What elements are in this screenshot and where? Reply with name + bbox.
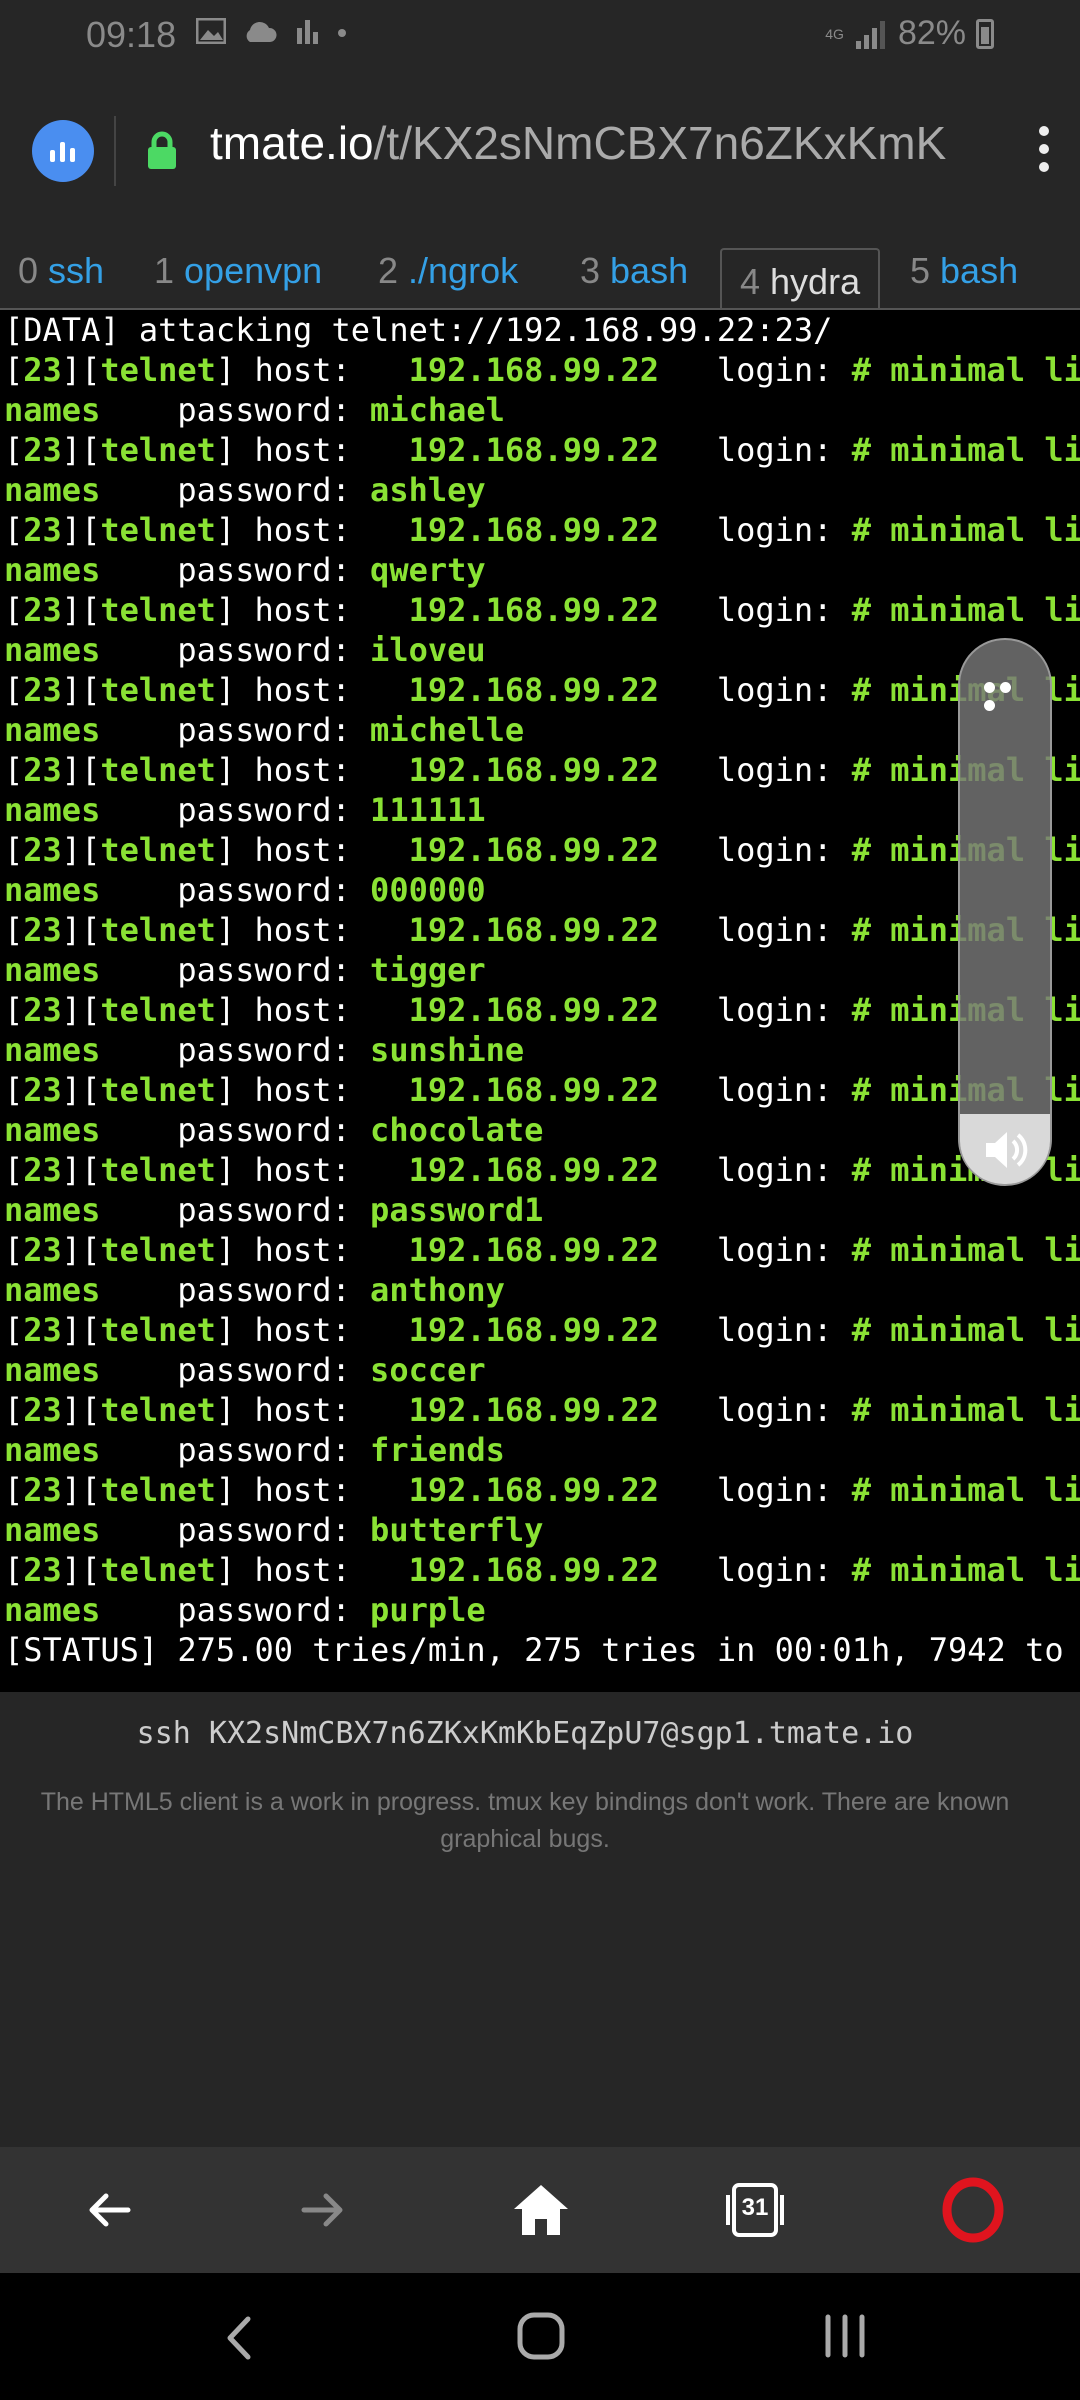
ssh-command: ssh KX2sNmCBX7n6ZKxKmKbEqZpU7@sgp1.tmate… bbox=[136, 1716, 914, 1751]
site-icon-bar bbox=[70, 148, 75, 162]
attempt-line: [23][telnet] host: 192.168.99.22 login: … bbox=[4, 351, 1080, 389]
site-info-button[interactable] bbox=[32, 120, 94, 182]
tab-5[interactable]: 5 bash bbox=[892, 234, 1018, 308]
more-icon[interactable] bbox=[984, 680, 1030, 711]
notification-icons bbox=[195, 17, 347, 52]
dot-icon bbox=[338, 29, 347, 37]
attempt-password-line: names password: ashley bbox=[4, 471, 486, 509]
attempt-line: [23][telnet] host: 192.168.99.22 login: … bbox=[4, 1391, 1080, 1429]
url-path: /t/KX2sNmCBX7n6ZKxKmK bbox=[373, 117, 947, 169]
attempt-line: [23][telnet] host: 192.168.99.22 login: … bbox=[4, 751, 1080, 789]
network-type: 4G bbox=[825, 25, 844, 42]
attempt-line: [23][telnet] host: 192.168.99.22 login: … bbox=[4, 1471, 1080, 1509]
system-navigation-bar bbox=[0, 2273, 1080, 2400]
attempt-password-line: names password: purple bbox=[4, 1591, 486, 1629]
attempt-line: [23][telnet] host: 192.168.99.22 login: … bbox=[4, 591, 1080, 629]
attempt-password-line: names password: michelle bbox=[4, 711, 525, 749]
battery-icon bbox=[976, 18, 994, 49]
back-arrow-icon[interactable] bbox=[76, 2177, 142, 2243]
menu-icon[interactable] bbox=[1034, 126, 1054, 178]
tab-3[interactable]: 3 bash bbox=[562, 234, 688, 308]
terminal-output[interactable]: [DATA] attacking telnet://192.168.99.22:… bbox=[0, 310, 1080, 1692]
attempt-password-line: names password: 111111 bbox=[4, 791, 486, 829]
site-icon-bar bbox=[50, 150, 55, 162]
url-domain: tmate.io bbox=[210, 117, 374, 169]
forward-arrow-icon[interactable] bbox=[290, 2177, 356, 2243]
attempt-password-line: names password: chocolate bbox=[4, 1111, 544, 1149]
system-home-icon[interactable] bbox=[516, 2311, 566, 2361]
tab-4-active[interactable]: 4 hydra bbox=[720, 248, 881, 316]
url-field[interactable]: tmate.io/t/KX2sNmCBX7n6ZKxKmK bbox=[210, 116, 970, 170]
tab-0[interactable]: 0 ssh bbox=[0, 234, 104, 308]
tab-1[interactable]: 1 openvpn bbox=[136, 234, 322, 308]
attempt-password-line: names password: friends bbox=[4, 1431, 505, 1469]
terminal-status-line: [STATUS] 275.00 tries/min, 275 tries in … bbox=[4, 1631, 1080, 1669]
attempt-password-line: names password: iloveu bbox=[4, 631, 486, 669]
volume-panel[interactable] bbox=[958, 638, 1052, 1186]
speaker-icon bbox=[986, 1132, 1028, 1168]
lock-icon bbox=[148, 131, 176, 169]
attempt-line: [23][telnet] host: 192.168.99.22 login: … bbox=[4, 1231, 1080, 1269]
attempt-line: [23][telnet] host: 192.168.99.22 login: … bbox=[4, 991, 1080, 1029]
tab-2[interactable]: 2 ./ngrok bbox=[360, 234, 518, 308]
opera-menu-icon[interactable] bbox=[940, 2177, 1006, 2243]
attempt-line: [23][telnet] host: 192.168.99.22 login: … bbox=[4, 511, 1080, 549]
attempt-line: [23][telnet] host: 192.168.99.22 login: … bbox=[4, 1151, 1080, 1189]
attempt-password-line: names password: sunshine bbox=[4, 1031, 525, 1069]
site-icon-bar bbox=[60, 142, 65, 162]
chart-icon bbox=[296, 20, 318, 44]
attempt-password-line: names password: password1 bbox=[4, 1191, 544, 1229]
battery-percent: 82% bbox=[897, 14, 966, 52]
system-recents-icon[interactable] bbox=[820, 2313, 870, 2359]
address-divider bbox=[114, 116, 116, 186]
tabs-button[interactable]: 31 bbox=[722, 2177, 788, 2243]
address-bar: tmate.io/t/KX2sNmCBX7n6ZKxKmK bbox=[0, 76, 1080, 222]
tmux-window-tabs: 0 ssh 1 openvpn 2 ./ngrok 3 bash 4 hydra 5 bas… bbox=[0, 234, 1080, 316]
attempt-password-line: names password: tigger bbox=[4, 951, 486, 989]
status-right: 4G 82% bbox=[825, 14, 994, 53]
browser-bottom-bar: 31 bbox=[0, 2147, 1080, 2273]
attempt-line: [23][telnet] host: 192.168.99.22 login: … bbox=[4, 431, 1080, 469]
system-back-icon[interactable] bbox=[220, 2313, 260, 2363]
attempt-line: [23][telnet] host: 192.168.99.22 login: … bbox=[4, 1071, 1080, 1109]
status-bar: 09:18 4G 82% bbox=[0, 0, 1080, 76]
attempt-line: [23][telnet] host: 192.168.99.22 login: … bbox=[4, 911, 1080, 949]
client-note: The HTML5 client is a work in progress. … bbox=[40, 1788, 1010, 1853]
attempt-password-line: names password: michael bbox=[4, 391, 505, 429]
image-icon bbox=[195, 17, 227, 45]
attempt-password-line: names password: butterfly bbox=[4, 1511, 544, 1549]
home-icon[interactable] bbox=[508, 2177, 574, 2243]
attempt-password-line: names password: soccer bbox=[4, 1351, 486, 1389]
attempt-line: [23][telnet] host: 192.168.99.22 login: … bbox=[4, 831, 1080, 869]
signal-icon bbox=[855, 20, 885, 49]
cloud-icon bbox=[246, 21, 277, 42]
tab-count: 31 bbox=[741, 2194, 769, 2221]
volume-level[interactable] bbox=[960, 1114, 1050, 1184]
attempt-password-line: names password: qwerty bbox=[4, 551, 486, 589]
attempt-line: [23][telnet] host: 192.168.99.22 login: … bbox=[4, 671, 1080, 709]
attempt-password-line: names password: 000000 bbox=[4, 871, 486, 909]
attempt-password-line: names password: anthony bbox=[4, 1271, 505, 1309]
attempt-line: [23][telnet] host: 192.168.99.22 login: … bbox=[4, 1551, 1080, 1589]
attempt-line: [23][telnet] host: 192.168.99.22 login: … bbox=[4, 1311, 1080, 1349]
status-time: 09:18 bbox=[86, 14, 177, 55]
page-content: 0 ssh 1 openvpn 2 ./ngrok 3 bash 4 hydra 5 bas… bbox=[0, 222, 1080, 2147]
terminal-data-line: [DATA] attacking telnet://192.168.99.22:… bbox=[4, 311, 833, 349]
